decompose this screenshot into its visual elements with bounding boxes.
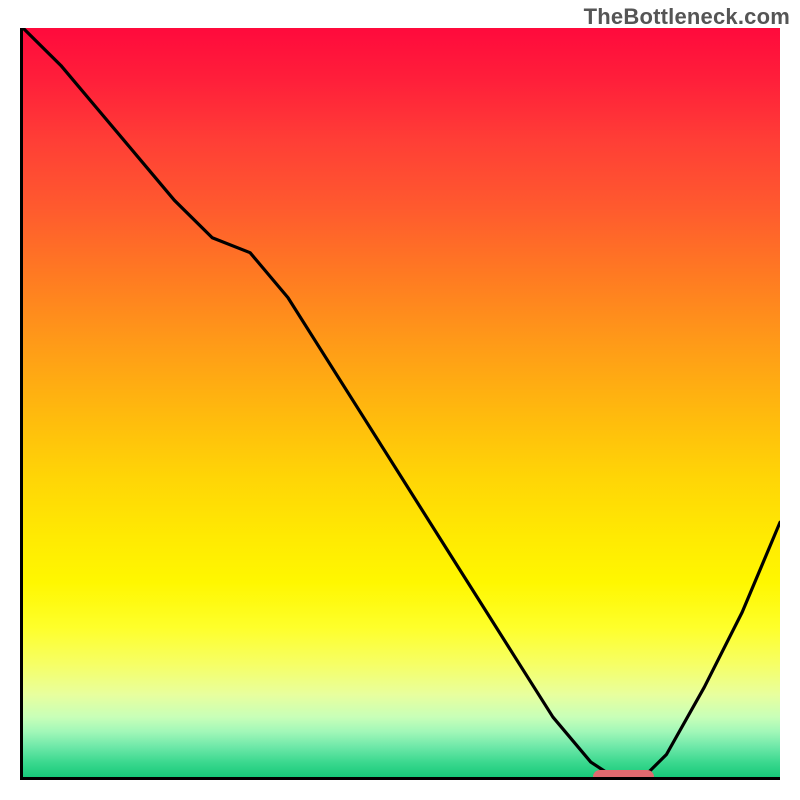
watermark-text: TheBottleneck.com	[584, 4, 790, 30]
chart-canvas: TheBottleneck.com	[0, 0, 800, 800]
optimal-marker	[593, 770, 654, 780]
curve-layer	[23, 28, 780, 777]
bottleneck-curve	[23, 28, 780, 777]
plot-area	[20, 28, 780, 780]
